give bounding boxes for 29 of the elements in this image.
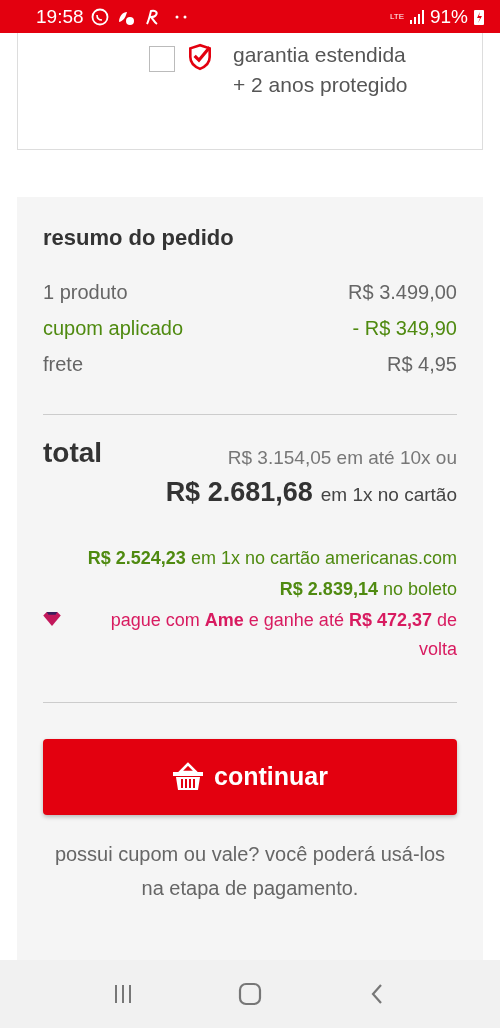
shield-check-icon (187, 43, 213, 71)
network-label: LTE (389, 12, 404, 21)
warranty-checkbox[interactable] (149, 46, 175, 72)
row-value: - R$ 349,90 (352, 317, 457, 340)
basket-icon (172, 761, 205, 792)
row-label: 1 produto (43, 281, 128, 304)
row-label: cupom aplicado (43, 317, 184, 340)
total-label: total (43, 437, 103, 470)
total-price: R$ 2.681,68 (165, 477, 313, 508)
row-label: frete (43, 353, 84, 376)
clock: 19:58 (36, 5, 84, 28)
row-value: R$ 3.499,00 (348, 281, 457, 304)
warranty-title: garantia estendida (233, 43, 407, 67)
continue-button[interactable]: continuar (43, 738, 457, 815)
offer-text: R$ 2.839,14 no boleto (279, 579, 457, 600)
signal-icon (409, 9, 424, 24)
row-value: R$ 4,95 (386, 353, 457, 376)
coupon-note: possui cupom ou vale? você poderá usá-los na etapa de pagamento. (53, 841, 447, 901)
price-note: em 1x no cartão (320, 484, 457, 506)
warranty-subtitle: + 2 anos protegido (233, 73, 408, 97)
battery-level: 91% (429, 5, 468, 28)
home-icon[interactable] (238, 982, 262, 1006)
offer-text: R$ 2.524,23 em 1x no cartão americanas.com (87, 548, 457, 569)
gem-icon (43, 612, 61, 626)
installment-text: R$ 3.154,05 em até 10x ou (227, 447, 457, 469)
battery-icon (474, 8, 484, 25)
chat-icon (89, 6, 110, 27)
offer-text: pague com Ame e ganhe até R$ 472,37 de volta (109, 609, 457, 661)
summary-title: resumo do pedido (43, 225, 235, 251)
